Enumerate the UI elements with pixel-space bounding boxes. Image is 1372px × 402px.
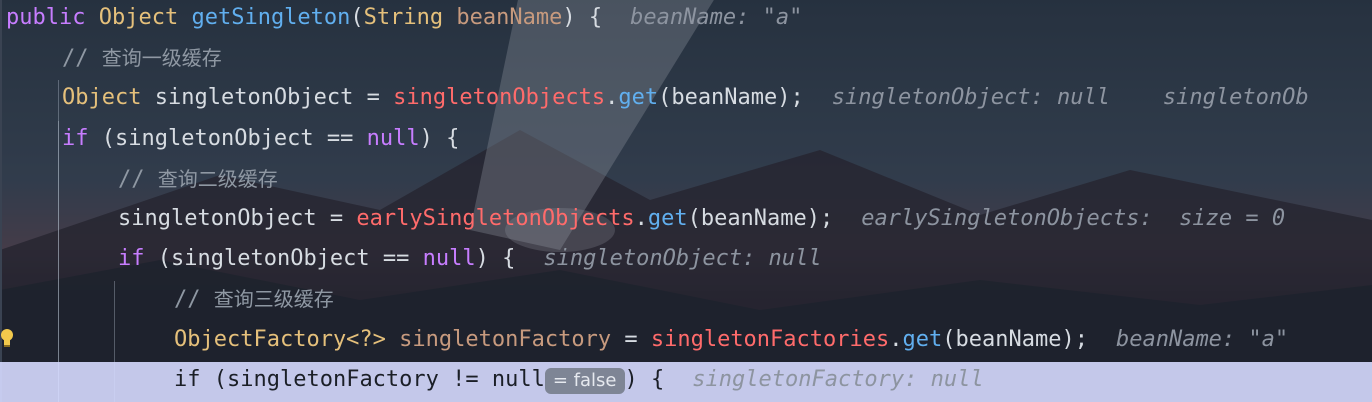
code-token: ( (350, 5, 364, 30)
code-token: (beanName); (687, 206, 834, 231)
code-token: . (605, 85, 619, 111)
code-token: 查询三级缓存 (213, 287, 334, 312)
code-line[interactable]: // 查询二级缓存 (0, 161, 1372, 201)
inline-debug-hint: singletonObject: null singletonOb (831, 85, 1309, 111)
inline-debug-hint: earlySingletonObjects: size = 0 (861, 206, 1286, 231)
code-line[interactable]: public Object getSingleton(String beanNa… (0, 0, 1372, 40)
code-token: (singletonObject == (144, 246, 423, 272)
code-token: if (62, 125, 89, 151)
code-token: . (889, 326, 903, 352)
code-token: String (363, 5, 444, 30)
code-token: . (634, 206, 648, 231)
code-line[interactable]: Object singletonObject = singletonObject… (0, 80, 1372, 120)
code-token: = (611, 326, 651, 352)
code-token: ) { (624, 366, 665, 392)
inline-debug-hint: beanName: "a" (1115, 326, 1289, 352)
code-token: singletonObject = (141, 85, 394, 111)
code-token: getSingleton (191, 5, 351, 30)
code-token: // (62, 46, 102, 72)
code-line[interactable]: singletonObject = earlySingletonObjects.… (0, 201, 1372, 241)
code-token: get (647, 206, 688, 231)
code-editor[interactable]: public Object getSingleton(String beanNa… (0, 0, 1372, 402)
code-token: (beanName); (658, 85, 804, 111)
code-token: beanName (456, 5, 563, 30)
code-token: public (6, 5, 86, 30)
code-token: ) { (419, 125, 460, 151)
code-token: singletonObjects (393, 85, 606, 111)
code-token: singletonFactory (399, 326, 612, 352)
code-token: 查询二级缓存 (157, 166, 278, 191)
code-line[interactable]: // 查询三级缓存 (0, 281, 1372, 321)
code-token: // (174, 287, 214, 313)
inline-debug-hint: beanName: "a" (630, 5, 803, 30)
code-token: 查询一级缓存 (101, 46, 222, 71)
code-line[interactable]: if (singletonObject == null) { singletonO… (0, 241, 1372, 281)
code-token: (beanName); (942, 326, 1088, 352)
code-token: if (174, 366, 201, 392)
code-token: (singletonObject == (88, 125, 367, 151)
inline-debug-hint: singletonObject: null (543, 246, 822, 272)
lightbulb-icon[interactable] (0, 328, 14, 348)
code-token: earlySingletonObjects (356, 206, 635, 231)
code-token: // (118, 166, 158, 192)
code-line[interactable]: ObjectFactory<?> singletonFactory = sing… (0, 322, 1372, 362)
code-token: get (618, 85, 659, 111)
code-line[interactable]: if (singletonObject == null) { (0, 121, 1372, 161)
code-token: Object (62, 85, 142, 111)
code-token: ) { (562, 5, 603, 30)
code-token: Object (98, 5, 179, 30)
code-token: singletonFactories (650, 326, 890, 352)
code-token: singletonObject = (118, 206, 357, 231)
inline-debug-hint: singletonFactory: null (692, 366, 984, 392)
code-token: null (422, 246, 476, 272)
code-token: (singletonFactory != null (200, 366, 545, 392)
inline-evaluation-badge: = false (544, 367, 625, 394)
code-line[interactable]: // 查询一级缓存 (0, 40, 1372, 80)
code-token: if (118, 246, 145, 272)
code-line-current[interactable]: if (singletonFactory != null = false) { si… (0, 361, 1372, 402)
code-token: null (366, 125, 420, 151)
code-token: ) { (475, 246, 516, 272)
code-token: get (902, 326, 943, 352)
code-token: ObjectFactory<?> (174, 326, 386, 352)
